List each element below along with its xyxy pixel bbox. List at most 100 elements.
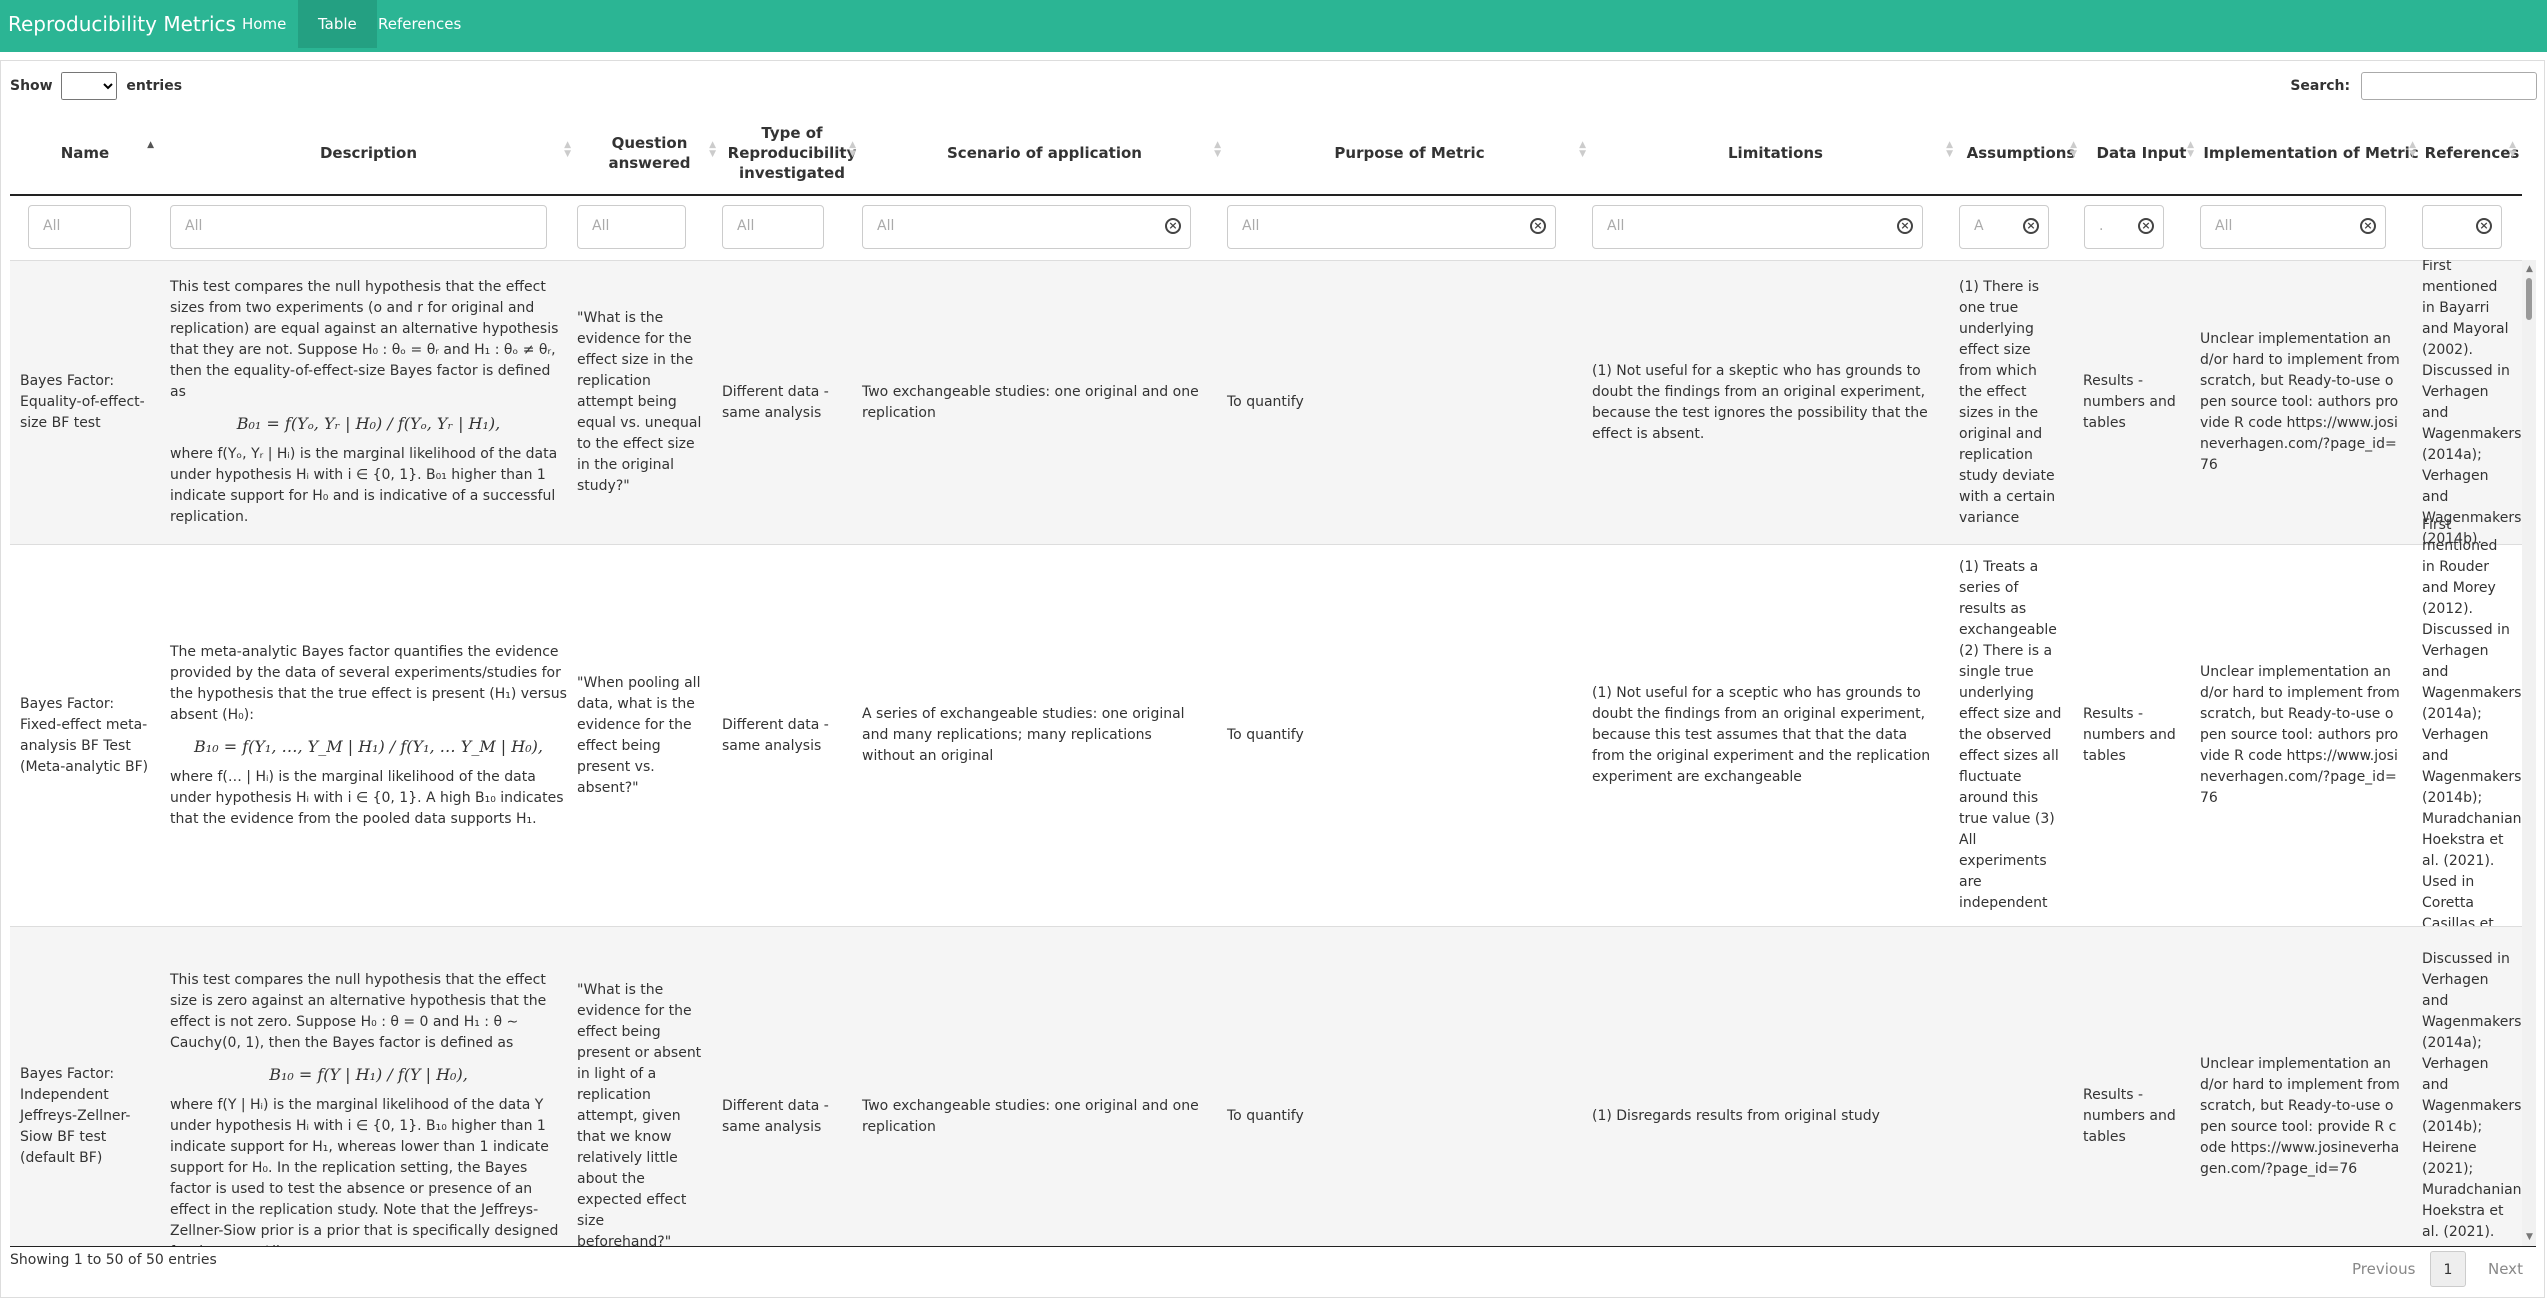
cell-limitations: (1) Not useful for a sceptic who has gro… xyxy=(1592,685,1931,785)
pagination-previous[interactable]: Previous xyxy=(2352,1260,2415,1278)
pagination-page-1[interactable]: 1 xyxy=(2430,1251,2466,1287)
filter-question[interactable]: All xyxy=(577,205,686,249)
filter-scenario[interactable]: All × xyxy=(862,205,1191,249)
column-header-limitations[interactable]: Limitations ▲ ▼ xyxy=(1592,112,1959,194)
pagination-next[interactable]: Next xyxy=(2488,1260,2523,1278)
filter-purpose[interactable]: All × xyxy=(1227,205,1556,249)
table-body: Bayes Factor: Equality-of-effect-size BF… xyxy=(10,260,2522,1246)
table-row: Bayes Factor: Independent Jeffreys-Zelln… xyxy=(10,926,2522,1246)
scroll-up-icon[interactable]: ▲ xyxy=(2526,264,2533,274)
filter-description[interactable]: All xyxy=(170,205,547,249)
sort-icon: ▲ ▼ xyxy=(2509,140,2516,159)
cell-assumptions: (1) There is one true underlying effect … xyxy=(1959,278,2056,526)
cell-scenario: A series of exchangeable studies: one or… xyxy=(862,706,1185,764)
sort-icon: ▲ ▼ xyxy=(849,140,856,159)
sort-icon: ▲ ▼ xyxy=(709,140,716,159)
formula: B₁₀ = f(Y | H₁) / f(Y | H₀), xyxy=(269,1065,468,1084)
cell-implementation: Unclear implementation and/or hard to im… xyxy=(2200,664,2400,806)
cell-data-input: Results - numbers and tables xyxy=(2083,373,2176,431)
sort-asc-icon: ▲ xyxy=(147,140,154,150)
column-header-implementation[interactable]: Implementation of Metric ▲ ▼ xyxy=(2200,112,2422,194)
column-header-assumptions[interactable]: Assumptions ▲ ▼ xyxy=(1959,112,2083,194)
nav-home[interactable]: Home xyxy=(222,0,306,48)
clear-icon[interactable]: × xyxy=(2476,218,2492,234)
cell-limitations: (1) Not useful for a skeptic who has gro… xyxy=(1592,362,1928,442)
search-control: Search: xyxy=(2290,72,2537,100)
sort-icon: ▲ ▼ xyxy=(2409,140,2416,159)
brand[interactable]: Reproducibility Metrics xyxy=(8,0,236,48)
filter-assumptions[interactable]: A × xyxy=(1959,205,2049,249)
cell-scenario: Two exchangeable studies: one original a… xyxy=(862,383,1199,421)
column-header-references[interactable]: References ▲ ▼ xyxy=(2422,112,2522,194)
filter-row: All All All All All × All × All × A × . … xyxy=(10,194,2522,261)
column-header-scenario[interactable]: Scenario of application ▲ ▼ xyxy=(862,112,1227,194)
cell-data-input: Results - numbers and tables xyxy=(2083,1087,2176,1145)
column-header-description[interactable]: Description ▲ ▼ xyxy=(160,112,577,194)
cell-scenario: Two exchangeable studies: one original a… xyxy=(862,1097,1199,1135)
cell-references: First mentioned in Bayarri and Mayoral (… xyxy=(2422,260,2522,547)
clear-icon[interactable]: × xyxy=(2360,218,2376,234)
sort-icon: ▲ ▼ xyxy=(2187,140,2194,159)
sort-icon: ▲ ▼ xyxy=(1946,140,1953,159)
cell-name: Bayes Factor: Fixed-effect meta-analysis… xyxy=(20,695,149,775)
clear-icon[interactable]: × xyxy=(1530,218,1546,234)
column-header-type[interactable]: Type of Reproducibility investigated ▲ ▼ xyxy=(722,112,862,194)
scroll-down-icon[interactable]: ▼ xyxy=(2526,1232,2533,1242)
cell-references: Discussed in Verhagen and Wagenmakers (2… xyxy=(2422,950,2522,1247)
length-control: Show entries xyxy=(10,72,182,100)
formula: B₀₁ = f(Yₒ, Yᵣ | H₀) / f(Yₒ, Yᵣ | H₁), xyxy=(236,414,501,433)
cell-purpose: To quantify xyxy=(1227,394,1304,410)
filter-type[interactable]: All xyxy=(722,205,824,249)
cell-question: "When pooling all data, what is the evid… xyxy=(577,674,701,796)
cell-type: Different data - same analysis xyxy=(722,383,829,421)
cell-name: Bayes Factor: Equality-of-effect-size BF… xyxy=(20,373,145,431)
filter-name[interactable]: All xyxy=(28,205,131,249)
cell-purpose: To quantify xyxy=(1227,727,1304,743)
cell-data-input: Results - numbers and tables xyxy=(2083,706,2176,764)
table-scrollbar[interactable] xyxy=(2522,260,2536,1246)
table-row: Bayes Factor: Equality-of-effect-size BF… xyxy=(10,260,2522,547)
cell-references: First mentioned in Rouder and Morey (201… xyxy=(2422,517,2522,953)
nav-references[interactable]: References xyxy=(358,0,481,48)
cell-implementation: Unclear implementation and/or hard to im… xyxy=(2200,331,2400,473)
cell-implementation: Unclear implementation and/or hard to im… xyxy=(2200,1055,2400,1177)
cell-description: This test compares the null hypothesis t… xyxy=(170,277,567,528)
table-header: Name ▲ Description ▲ ▼ Question answered … xyxy=(10,112,2522,196)
cell-question: "What is the evidence for the effect siz… xyxy=(577,310,702,494)
column-header-purpose[interactable]: Purpose of Metric ▲ ▼ xyxy=(1227,112,1592,194)
sort-icon: ▲ ▼ xyxy=(2070,140,2077,159)
table-info: Showing 1 to 50 of 50 entries xyxy=(10,1252,217,1268)
clear-icon[interactable]: × xyxy=(1165,218,1181,234)
entries-label: entries xyxy=(126,78,183,94)
clear-icon[interactable]: × xyxy=(1897,218,1913,234)
cell-description: This test compares the null hypothesis t… xyxy=(170,970,567,1246)
cell-type: Different data - same analysis xyxy=(722,1097,829,1135)
column-header-data-input[interactable]: Data Input ▲ ▼ xyxy=(2083,112,2200,194)
scroll-thumb[interactable] xyxy=(2526,278,2532,320)
formula: B₁₀ = f(Y₁, …, Y_M | H₁) / f(Y₁, … Y_M |… xyxy=(194,736,543,756)
table-bottom-rule xyxy=(10,1246,2536,1247)
cell-type: Different data - same analysis xyxy=(722,716,829,754)
cell-name: Bayes Factor: Independent Jeffreys-Zelln… xyxy=(20,1066,131,1166)
column-header-question[interactable]: Question answered ▲ ▼ xyxy=(577,112,722,194)
clear-icon[interactable]: × xyxy=(2023,218,2039,234)
cell-purpose: To quantify xyxy=(1227,1108,1304,1124)
filter-data-input[interactable]: . × xyxy=(2084,205,2164,249)
navbar: Reproducibility Metrics Home Table Refer… xyxy=(0,0,2547,52)
cell-question: "What is the evidence for the effect bei… xyxy=(577,982,702,1246)
sort-icon: ▲ ▼ xyxy=(564,140,571,159)
cell-description: The meta-analytic Bayes factor quantifie… xyxy=(170,643,567,827)
sort-icon: ▲ ▼ xyxy=(1579,140,1586,159)
cell-assumptions: (1) Treats a series of results as exchan… xyxy=(1959,559,2062,911)
search-input[interactable] xyxy=(2361,72,2537,100)
column-header-name[interactable]: Name ▲ xyxy=(10,112,160,194)
cell-limitations: (1) Disregards results from original stu… xyxy=(1592,1108,1880,1124)
filter-references[interactable]: × xyxy=(2422,205,2502,249)
search-label: Search: xyxy=(2290,78,2351,94)
entries-select[interactable] xyxy=(61,72,118,100)
clear-icon[interactable]: × xyxy=(2138,218,2154,234)
table-row: Bayes Factor: Fixed-effect meta-analysis… xyxy=(10,517,2522,953)
show-label: Show xyxy=(10,78,53,94)
filter-implementation[interactable]: All × xyxy=(2200,205,2386,249)
filter-limitations[interactable]: All × xyxy=(1592,205,1923,249)
